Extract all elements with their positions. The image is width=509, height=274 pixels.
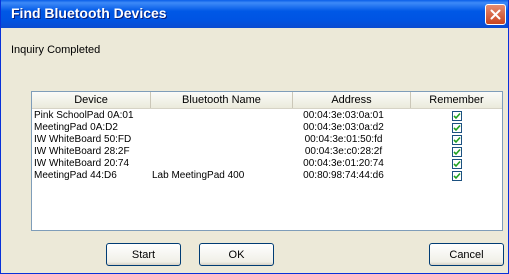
device-cell: IW WhiteBoard 50:FD: [34, 134, 132, 145]
remember-checkbox[interactable]: [452, 123, 462, 133]
device-cell: MeetingPad 0A:D2: [34, 122, 118, 133]
find-bluetooth-devices-window: Find Bluetooth Devices Inquiry Completed…: [0, 0, 509, 274]
address-cell: 00:04:3e:01:20:74: [303, 158, 384, 169]
remember-cell: [414, 146, 502, 158]
bluetooth-name-cell: Lab MeetingPad 400: [152, 170, 245, 181]
close-icon: [490, 9, 501, 20]
remember-cell: [414, 158, 502, 170]
device-cell: IW WhiteBoard 20:74: [34, 158, 130, 169]
start-button[interactable]: Start: [106, 243, 181, 266]
checkmark-icon: [453, 124, 461, 132]
checkmark-icon: [453, 160, 461, 168]
address-cell: 00:04:3e:01:50:fd: [304, 134, 383, 145]
table-row[interactable]: IW WhiteBoard 20:74 00:04:3e:01:20:74: [32, 158, 502, 170]
device-list[interactable]: Device Bluetooth Name Address Remember P…: [31, 91, 503, 231]
device-rows: Pink SchoolPad 0A:01 00:04:3e:03:0a:01 Mee…: [32, 110, 502, 182]
bluetooth-name-cell: [152, 146, 272, 158]
remember-cell: [414, 122, 502, 134]
bluetooth-name-cell: [152, 110, 272, 122]
device-list-header: Device Bluetooth Name Address Remember: [32, 92, 502, 109]
ok-button[interactable]: OK: [199, 243, 274, 266]
checkmark-icon: [453, 172, 461, 180]
bluetooth-name-cell: [152, 122, 272, 134]
bluetooth-name-cell: [152, 134, 272, 146]
bluetooth-name-cell: [152, 158, 272, 170]
device-cell: Pink SchoolPad 0A:01: [34, 110, 134, 121]
table-row[interactable]: MeetingPad 0A:D2 00:04:3e:03:0a:d2: [32, 122, 502, 134]
checkmark-icon: [453, 112, 461, 120]
remember-checkbox[interactable]: [452, 159, 462, 169]
cancel-button[interactable]: Cancel: [429, 243, 504, 266]
remember-checkbox[interactable]: [452, 147, 462, 157]
close-button[interactable]: [485, 4, 506, 25]
column-header-address[interactable]: Address: [293, 92, 411, 108]
inquiry-status: Inquiry Completed: [11, 44, 101, 56]
address-cell: 00:04:3e:c0:28:2f: [304, 146, 383, 157]
device-cell: IW WhiteBoard 28:2F: [34, 146, 130, 157]
table-row[interactable]: IW WhiteBoard 28:2F 00:04:3e:c0:28:2f: [32, 146, 502, 158]
address-cell: 00:04:3e:03:0a:01: [303, 110, 384, 121]
device-cell: MeetingPad 44:D6: [34, 170, 117, 181]
checkmark-icon: [453, 136, 461, 144]
remember-checkbox[interactable]: [452, 111, 462, 121]
remember-cell: [414, 110, 502, 122]
address-cell: 00:80:98:74:44:d6: [303, 170, 384, 181]
remember-cell: [414, 134, 502, 146]
address-cell: 00:04:3e:03:0a:d2: [303, 122, 384, 133]
remember-cell: [414, 170, 502, 182]
table-row[interactable]: IW WhiteBoard 50:FD 00:04:3e:01:50:fd: [32, 134, 502, 146]
table-row[interactable]: MeetingPad 44:D6 Lab MeetingPad 400 00:80:…: [32, 170, 502, 182]
table-row[interactable]: Pink SchoolPad 0A:01 00:04:3e:03:0a:01: [32, 110, 502, 122]
remember-checkbox[interactable]: [452, 171, 462, 181]
column-header-remember[interactable]: Remember: [411, 92, 502, 108]
title-bar[interactable]: Find Bluetooth Devices: [1, 0, 508, 28]
remember-checkbox[interactable]: [452, 135, 462, 145]
column-header-bluetooth-name[interactable]: Bluetooth Name: [151, 92, 293, 108]
checkmark-icon: [453, 148, 461, 156]
window-title: Find Bluetooth Devices: [11, 5, 167, 21]
column-header-device[interactable]: Device: [32, 92, 151, 108]
